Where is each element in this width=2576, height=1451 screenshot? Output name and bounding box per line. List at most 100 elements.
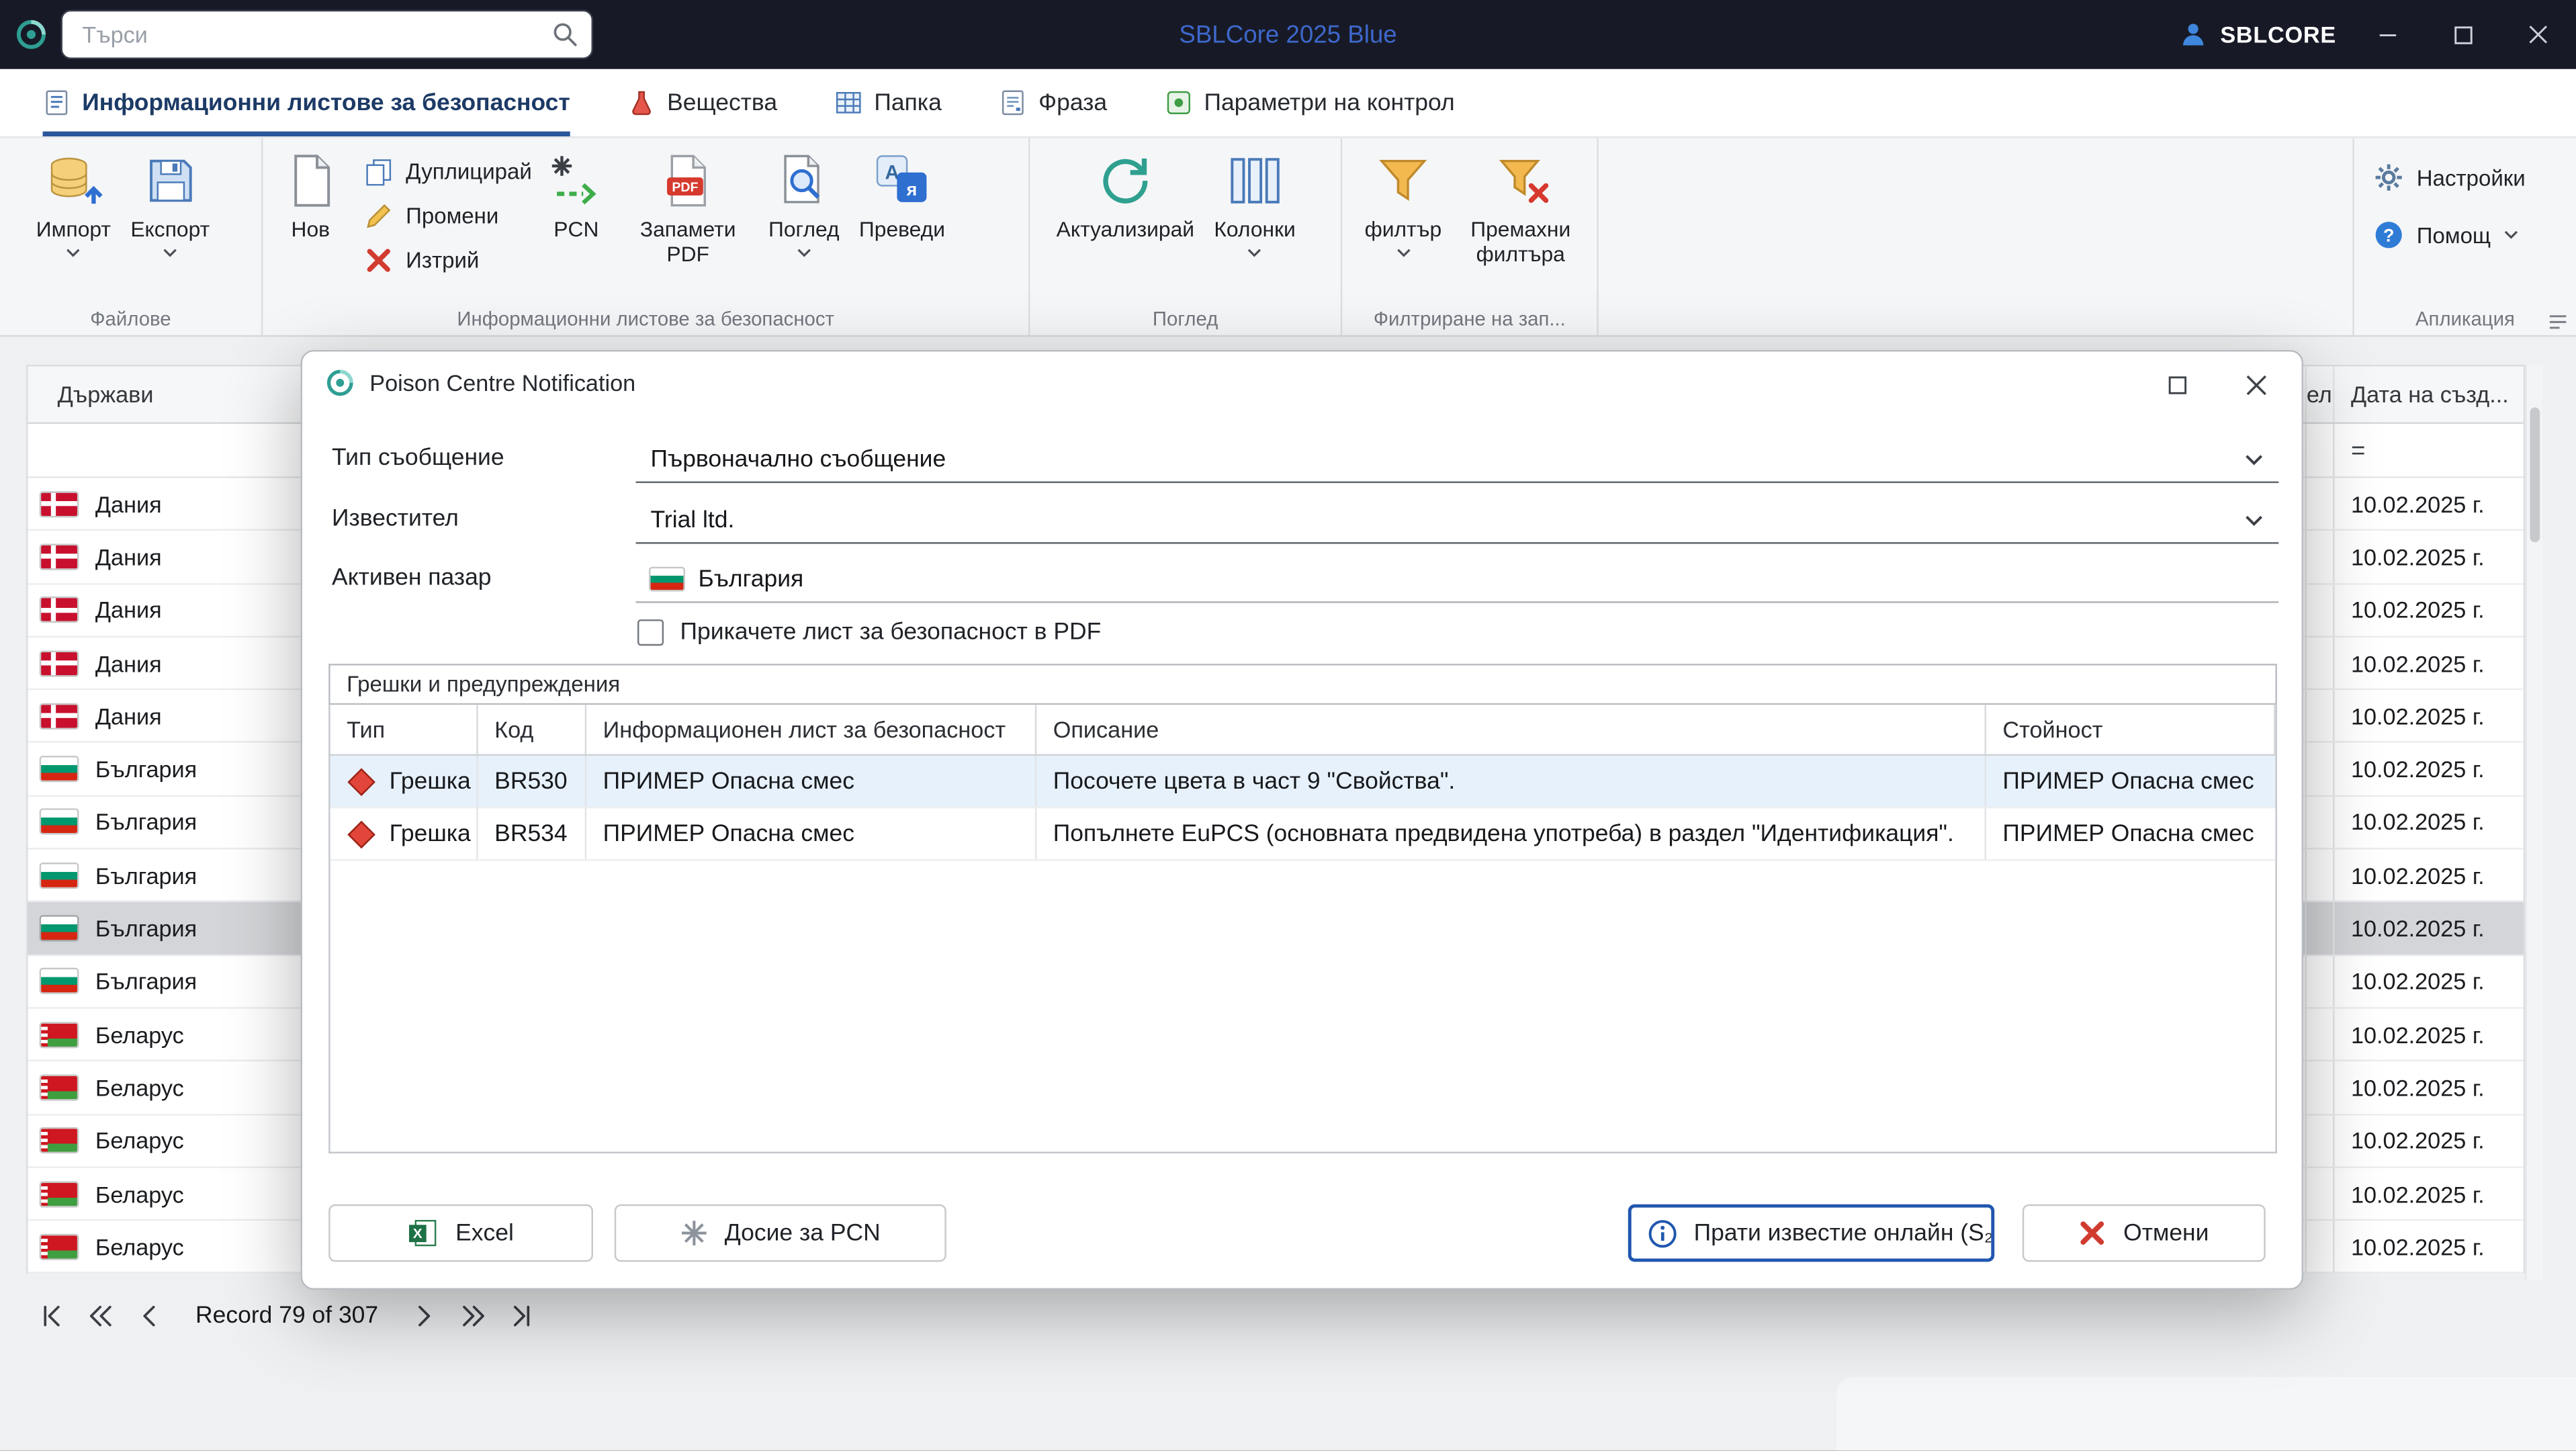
dropdown-chevron-icon [1396,249,1411,259]
translate-button[interactable]: Ая Преведи [849,144,954,245]
new-button[interactable]: Нов [269,144,351,245]
group-label-filter: Филтриране на зап... [1349,307,1591,330]
error-description-cell: Посочете цвета в част 9 "Свойства". [1036,756,1986,807]
errors-table: Тип Код Информационен лист за безопаснос… [328,705,2277,1153]
active-market-field[interactable]: България [636,557,2279,603]
hidden-column-cell [2305,903,2333,955]
next-record-button[interactable] [400,1291,449,1340]
phrase-page-icon [999,89,1027,117]
pcn-button[interactable]: PCN [535,144,617,245]
import-button[interactable]: Импорт [26,144,121,261]
country-name: Дания [95,650,162,676]
columns-icon [1225,148,1284,214]
country-flag-icon [41,970,77,993]
created-date-cell: 10.02.2025 г. [2333,903,2524,955]
hidden-column-cell [2305,1168,2333,1220]
column-header-code[interactable]: Код [478,705,586,754]
hidden-column-cell [2305,1062,2333,1114]
date-filter-cell[interactable]: = [2333,424,2524,476]
vertical-scrollbar[interactable] [2525,365,2543,1280]
created-date-column-header[interactable]: Дата на създ... [2333,366,2524,422]
ribbon-options-icon[interactable] [2548,314,2567,330]
country-name: България [95,968,197,994]
close-button[interactable] [2501,0,2576,69]
account-label[interactable]: SBLCORE [2220,21,2336,48]
tab-folder[interactable]: Папка [835,69,942,136]
dropdown-chevron-icon [1247,249,1262,259]
tab-label: Папка [874,89,941,116]
columns-button[interactable]: Колонки [1204,144,1306,261]
svg-text:я: я [906,179,918,200]
send-notification-online-button[interactable]: Прати известие онлайн (S₂S [1628,1204,1994,1262]
column-header-type[interactable]: Тип [330,705,478,754]
record-position-label: Record 79 of 307 [195,1303,378,1329]
edit-button[interactable]: Промени [365,202,532,230]
dialog-titlebar[interactable]: Poison Centre Notification [302,351,2302,414]
view-button[interactable]: Поглед [758,144,849,261]
prev-record-button[interactable] [125,1291,174,1340]
country-flag-icon [41,1235,77,1258]
hidden-column-cell [2305,850,2333,902]
tab-safety-data-sheets[interactable]: Информационни листове за безопасност [43,69,570,136]
excel-button[interactable]: X Excel [328,1204,593,1262]
gear-icon [2374,163,2403,192]
created-date-cell: 10.02.2025 г. [2333,1009,2524,1061]
error-row[interactable]: Грешка BR530 ПРИМЕР Опасна смес Посочете… [330,756,2276,808]
error-sds-cell: ПРИМЕР Опасна смес [586,808,1036,859]
message-type-value: Първоначално съобщение [651,446,946,472]
column-header-description[interactable]: Описание [1036,705,1986,754]
tab-label: Фраза [1038,89,1107,116]
prev-page-button[interactable] [76,1291,125,1340]
error-type-label: Грешка [390,821,471,847]
delete-button[interactable]: Изтрий [365,247,532,275]
first-record-button[interactable] [26,1291,75,1340]
country-name: Дания [95,543,162,570]
search-box[interactable] [60,10,592,59]
hidden-filter-cell[interactable] [2305,424,2333,476]
hidden-column-cell [2305,584,2333,636]
last-record-button[interactable] [498,1291,547,1340]
country-name: Беларус [95,1127,184,1153]
help-button[interactable]: ? Помощ [2374,220,2569,250]
country-flag-icon [41,758,77,781]
settings-button[interactable]: Настройки [2374,163,2569,192]
button-label: Нов [291,217,330,242]
hidden-column-header[interactable]: ел [2305,366,2333,422]
notifier-select[interactable]: Trial ltd. [636,498,2279,543]
tab-substances[interactable]: Вещества [627,69,777,136]
country-name: България [95,915,197,941]
dialog-close-button[interactable] [2223,360,2289,409]
maximize-button[interactable] [2425,0,2501,69]
window-titlebar: SBLCore 2025 Blue SBLCORE [0,0,2576,69]
global-search-input[interactable] [62,21,539,48]
message-type-select[interactable]: Първоначално съобщение [636,437,2279,483]
search-icon[interactable] [539,21,591,48]
scrollbar-thumb[interactable] [2530,408,2540,543]
filter-operator[interactable]: = [2351,436,2365,464]
refresh-button[interactable]: Актуализирай [1047,144,1204,245]
created-date-cell: 10.02.2025 г. [2333,1062,2524,1114]
save-disk-icon [140,148,199,214]
minimize-button[interactable] [2349,0,2425,69]
export-button[interactable]: Експорт [121,144,220,261]
filter-button[interactable]: филтър [1356,144,1451,261]
created-date-cell: 10.02.2025 г. [2333,1221,2524,1273]
duplicate-button[interactable]: Дуплицирай [365,158,532,186]
new-document-icon [281,148,340,214]
tab-control-parameters[interactable]: Параметри на контрол [1165,69,1455,136]
clear-filter-button[interactable]: Премахни филтъра [1451,144,1591,270]
error-row[interactable]: Грешка BR534 ПРИМЕР Опасна смес Попълнет… [330,808,2276,861]
attach-pdf-checkbox[interactable] [637,619,664,646]
column-header-value[interactable]: Стойност [1986,705,2275,754]
cancel-button[interactable]: Отмени [2023,1204,2266,1262]
tab-phrase[interactable]: Фраза [999,69,1107,136]
error-code-cell: BR534 [478,808,586,859]
pcn-dossier-button[interactable]: Досие за PCN [615,1204,946,1262]
button-label: Запамети PDF [627,217,749,267]
save-pdf-button[interactable]: PDF Запамети PDF [617,144,758,270]
button-label: PCN [553,217,598,242]
next-page-button[interactable] [449,1291,498,1340]
column-header-sds[interactable]: Информационен лист за безопасност [586,705,1036,754]
dialog-title: Poison Centre Notification [369,369,635,396]
dialog-maximize-button[interactable] [2144,360,2210,409]
